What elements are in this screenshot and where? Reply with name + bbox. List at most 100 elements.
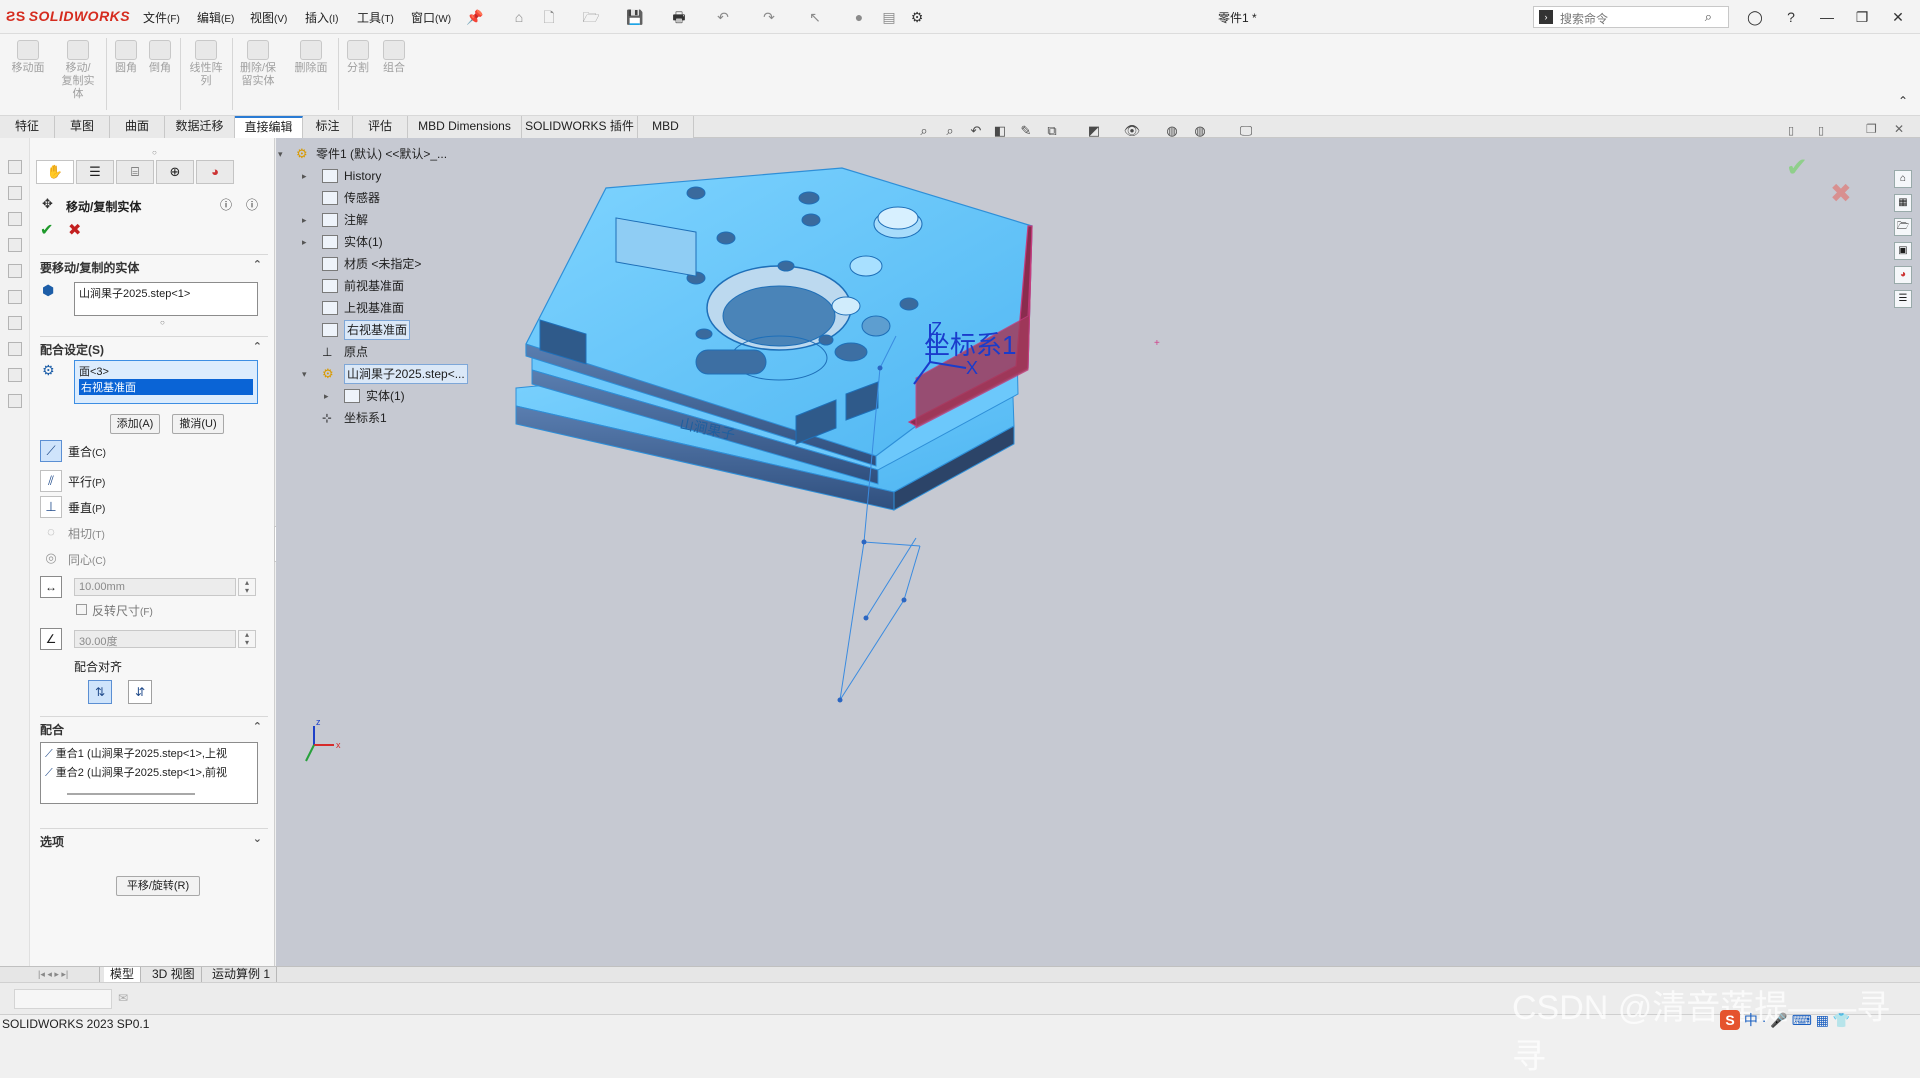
collapse-chevron-icon[interactable]: ⌃ (253, 340, 262, 353)
tab-surfaces[interactable]: 曲面 (110, 116, 165, 138)
configuration-dropdown[interactable] (14, 989, 112, 1009)
anti-aligned-icon[interactable]: ⇵ (128, 680, 152, 704)
ime-punct-icon[interactable]: · (1762, 1012, 1767, 1028)
menu-window[interactable]: 窗口(W) (411, 9, 451, 26)
ime-mic-icon[interactable]: 🎤 (1770, 1012, 1787, 1028)
tab-config-manager[interactable]: ⌸ (116, 160, 154, 184)
angle-field[interactable]: 30.00度 (74, 630, 236, 648)
new-document-icon[interactable]: 🗋 (540, 8, 558, 26)
combine-button[interactable]: 组合 (378, 40, 410, 75)
cancel-x-icon[interactable]: ✖ (68, 220, 81, 240)
rebuild-icon[interactable]: ● (850, 8, 868, 26)
perpendicular-mate[interactable]: ⊥ 垂直(P) (40, 496, 105, 518)
help-icon[interactable]: ? (1780, 6, 1802, 28)
appearances-icon[interactable]: ◕ (1894, 266, 1912, 284)
bodies-list[interactable]: 山涧果子2025.step<1> (74, 282, 258, 316)
save-icon[interactable]: 💾 (626, 8, 644, 26)
mates-section-header[interactable]: 配合 ⌃ (40, 716, 268, 737)
collapse-chevron-icon[interactable]: ⌃ (253, 258, 262, 271)
rail-tool-icon[interactable] (8, 290, 22, 304)
concentric-mate[interactable]: ◎ 同心(C) (40, 548, 106, 570)
close-button[interactable]: ✕ (1887, 6, 1909, 28)
mate-settings-section-header[interactable]: 配合设定(S) ⌃ (40, 336, 268, 357)
ime-logo-icon[interactable]: S (1720, 1010, 1740, 1030)
mates-list[interactable]: ⟋ 重合1 (山涧果子2025.step<1>,上视 ⟋ 重合2 (山涧果子20… (40, 742, 258, 804)
viewport-close-icon[interactable]: ✕ (1894, 122, 1904, 136)
tab-evaluate[interactable]: 评估 (353, 116, 408, 138)
list-item[interactable]: 山涧果子2025.step<1> (79, 285, 253, 301)
options-gear-icon[interactable]: ⚙ (908, 8, 926, 26)
chamfer-button[interactable]: 倒角 (144, 40, 176, 75)
view-orientation-icon[interactable]: ⧉ (1043, 122, 1061, 140)
graphics-area[interactable]: 山涧果子 Z X 坐标系1 + z x ✔ ✖ (276, 138, 1920, 966)
ime-mode-label[interactable]: 中 (1744, 1012, 1758, 1028)
list-item[interactable]: ⟋ 重合1 (山涧果子2025.step<1>,上视 (45, 745, 253, 764)
part-model-view[interactable]: 山涧果子 Z X 坐标系1 + z x (276, 138, 1920, 966)
confirm-cancel-icon[interactable]: ✖ (1830, 178, 1852, 209)
rail-tool-icon[interactable] (8, 342, 22, 356)
distance-spinner[interactable]: ▴ ▾ (238, 578, 256, 596)
help-question-icon[interactable]: ⓘ (220, 196, 232, 213)
zoom-to-fit-icon[interactable]: ⌕ (915, 122, 933, 140)
rail-tool-icon[interactable] (8, 264, 22, 278)
section-view-icon[interactable]: ◧ (991, 122, 1009, 140)
delete-face-button[interactable]: 删除面 (290, 40, 332, 75)
viewport-tile-icon[interactable]: ▯ (1818, 124, 1824, 137)
distance-field[interactable]: 10.00mm (74, 578, 236, 596)
resize-handle[interactable]: ○ (160, 318, 165, 327)
open-folder-icon[interactable]: 🗁 (582, 8, 600, 26)
rail-tool-icon[interactable] (8, 212, 22, 226)
options-section-header[interactable]: 选项 ⌄ (40, 828, 268, 849)
menu-tools[interactable]: 工具(T) (357, 9, 394, 26)
redo-icon[interactable]: ↷ (760, 8, 778, 26)
rail-tool-icon[interactable] (8, 186, 22, 200)
angle-spinner[interactable]: ▴ ▾ (238, 630, 256, 648)
ok-check-icon[interactable]: ✔ (40, 220, 53, 240)
expand-chevron-icon[interactable]: ⌄ (253, 832, 262, 845)
confirm-ok-icon[interactable]: ✔ (1786, 152, 1808, 183)
tab-direct-editing[interactable]: 直接编辑 (235, 116, 303, 138)
hide-show-icon[interactable]: 👁 (1123, 122, 1141, 140)
print-icon[interactable]: 🖶 (670, 8, 688, 26)
tab-3d-views[interactable]: 3D 视图 (146, 967, 202, 983)
delete-keep-body-button[interactable]: 删除/保 留实体 (236, 40, 280, 88)
coincident-mate[interactable]: ⟋ 重合(C) (40, 440, 106, 462)
zoom-area-icon[interactable]: ⌕ (941, 122, 959, 140)
view-settings-icon[interactable]: 🖵 (1237, 122, 1255, 140)
horizontal-scrollbar[interactable] (67, 793, 195, 795)
pin-icon[interactable]: 📌 (466, 8, 484, 26)
rail-tool-icon[interactable] (8, 238, 22, 252)
ime-apps-icon[interactable]: ▦ (1816, 1012, 1829, 1028)
undo-button[interactable]: 撤消(U) (172, 414, 224, 434)
tab-mbd[interactable]: MBD (638, 116, 694, 138)
minimize-button[interactable]: — (1816, 6, 1838, 28)
restore-button[interactable]: ❐ (1851, 6, 1873, 28)
solidworks-resources-icon[interactable]: ⌂ (1894, 170, 1912, 188)
menu-insert[interactable]: 插入(I) (305, 9, 338, 26)
translate-rotate-button[interactable]: 平移/旋转(R) (116, 876, 200, 896)
tab-features[interactable]: 特征 (0, 116, 55, 138)
tab-sketch[interactable]: 草图 (55, 116, 110, 138)
parallel-mate[interactable]: ⫽ 平行(P) (40, 470, 105, 492)
apply-scene-icon[interactable]: ◍ (1191, 122, 1209, 140)
account-icon[interactable]: ◯ (1744, 6, 1766, 28)
tab-scroll-arrows[interactable]: |◂ ◂ ▸ ▸| (32, 967, 100, 983)
design-library-icon[interactable]: ▦ (1894, 194, 1912, 212)
search-commands-input[interactable]: › 搜索命令 ⌕ (1533, 6, 1729, 28)
tab-property-manager[interactable]: ✋ (36, 160, 74, 184)
ime-keyboard-icon[interactable]: ⌨ (1792, 1012, 1812, 1028)
tab-display-manager[interactable]: ◕ (196, 160, 234, 184)
angle-icon[interactable]: ∠ (40, 628, 62, 650)
tab-motion-study[interactable]: 运动算例 1 (206, 967, 278, 983)
search-icon[interactable]: ⌕ (1705, 9, 1712, 25)
menu-edit[interactable]: 编辑(E) (197, 9, 234, 26)
custom-properties-icon[interactable]: ☰ (1894, 290, 1912, 308)
viewport-tile-icon[interactable]: ▯ (1788, 124, 1794, 137)
menu-view[interactable]: 视图(V) (250, 9, 287, 26)
tab-dimxpert[interactable]: ⊕ (156, 160, 194, 184)
help-icon[interactable]: ⓘ (246, 196, 258, 213)
move-face-button[interactable]: 移动面 (8, 40, 48, 75)
dynamic-annotation-icon[interactable]: ✎ (1017, 122, 1035, 140)
tab-feature-tree[interactable]: ☰ (76, 160, 114, 184)
previous-view-icon[interactable]: ↶ (967, 122, 985, 140)
